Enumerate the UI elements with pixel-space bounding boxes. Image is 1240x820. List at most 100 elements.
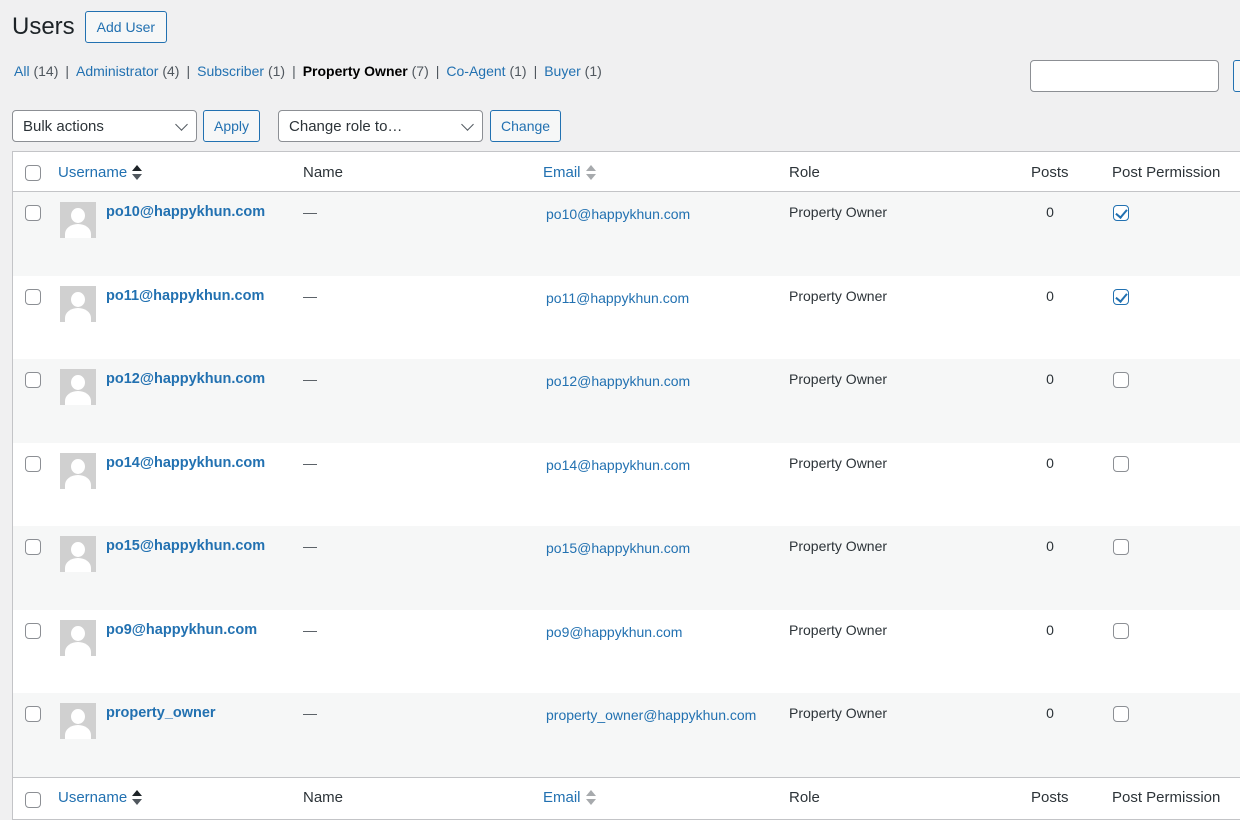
- email-link[interactable]: po12@happykhun.com: [546, 371, 761, 392]
- change-role-select[interactable]: Change role to…: [278, 110, 484, 142]
- row-select-checkbox[interactable]: [25, 622, 41, 639]
- user-name: —: [303, 204, 317, 220]
- change-role-selected: Change role to…: [289, 117, 403, 135]
- user-name: —: [303, 705, 317, 721]
- email-link[interactable]: po10@happykhun.com: [546, 204, 761, 225]
- filter-count: (4): [162, 63, 180, 79]
- table-row: po15@happykhun.com — po15@happykhun.com Pro…: [13, 526, 1240, 610]
- sort-icon: [585, 164, 596, 182]
- post-permission-checkbox[interactable]: [1113, 288, 1129, 305]
- row-select-checkbox[interactable]: [25, 205, 41, 221]
- email-link[interactable]: po9@happykhun.com: [546, 622, 761, 643]
- filter-separator: |: [65, 63, 69, 79]
- filter-count: (1): [584, 63, 602, 79]
- row-select-checkbox[interactable]: [25, 455, 41, 472]
- avatar: [60, 202, 96, 238]
- page-header: Users Add User: [12, 11, 168, 43]
- change-role-button[interactable]: Change: [490, 110, 562, 142]
- column-email-footer[interactable]: Email: [543, 789, 596, 807]
- post-count: 0: [1046, 287, 1054, 304]
- user-role: Property Owner: [789, 705, 888, 721]
- column-posts-header: Posts: [1031, 164, 1069, 181]
- filter-separator: |: [292, 63, 296, 79]
- user-role: Property Owner: [789, 538, 888, 554]
- username-link[interactable]: po12@happykhun.com: [106, 371, 265, 387]
- user-name: —: [303, 287, 317, 304]
- filter-link-all[interactable]: All: [14, 63, 30, 79]
- role-filter-links: All (14) | Administrator (4) | Subscriber (1…: [14, 63, 602, 79]
- username-sort-link[interactable]: Username: [58, 164, 127, 181]
- column-name-header: Name: [303, 164, 344, 181]
- post-permission-checkbox[interactable]: [1113, 706, 1129, 722]
- post-count: 0: [1046, 705, 1054, 721]
- table-row: po10@happykhun.com — po10@happykhun.com Pro…: [13, 192, 1240, 276]
- filter-separator: |: [435, 63, 440, 79]
- column-username-footer[interactable]: Username: [58, 789, 143, 807]
- email-link[interactable]: po14@happykhun.com: [546, 455, 761, 476]
- chevron-down-icon: [175, 117, 188, 131]
- email-sort-link[interactable]: Email: [543, 789, 581, 806]
- username-link[interactable]: po15@happykhun.com: [106, 538, 265, 554]
- select-all-checkbox[interactable]: [25, 165, 41, 181]
- sort-ascending-icon: [132, 164, 143, 182]
- table-row: po12@happykhun.com — po12@happykhun.com Pro…: [13, 359, 1240, 443]
- user-role: Property Owner: [789, 621, 888, 638]
- filter-link-administrator[interactable]: Administrator: [76, 63, 158, 79]
- user-role: Property Owner: [789, 204, 888, 220]
- post-permission-checkbox[interactable]: [1113, 455, 1129, 472]
- post-count: 0: [1046, 621, 1054, 638]
- filter-separator: |: [186, 63, 191, 79]
- table-body: po10@happykhun.com — po10@happykhun.com Pro…: [13, 192, 1240, 777]
- search-input[interactable]: [1030, 60, 1219, 92]
- row-select-checkbox[interactable]: [25, 539, 41, 555]
- post-permission-checkbox[interactable]: [1113, 622, 1129, 639]
- user-name: —: [303, 454, 317, 471]
- add-user-button[interactable]: Add User: [84, 11, 168, 43]
- post-permission-checkbox[interactable]: [1113, 539, 1129, 555]
- avatar: [60, 452, 96, 489]
- apply-button[interactable]: Apply: [203, 110, 261, 142]
- username-link[interactable]: property_owner: [106, 705, 216, 721]
- filter-count: (14): [33, 63, 59, 79]
- table-nav-top: Bulk actions Apply Change role to… Chang…: [12, 110, 562, 142]
- email-link[interactable]: po11@happykhun.com: [546, 288, 761, 309]
- post-permission-checkbox[interactable]: [1113, 205, 1129, 221]
- column-post-permission-header: Post Permission: [1112, 164, 1221, 181]
- username-link[interactable]: po10@happykhun.com: [106, 204, 265, 220]
- row-select-checkbox[interactable]: [25, 288, 41, 305]
- username-link[interactable]: po14@happykhun.com: [106, 455, 265, 471]
- username-link[interactable]: po9@happykhun.com: [106, 622, 257, 638]
- email-sort-link[interactable]: Email: [543, 164, 581, 181]
- avatar: [60, 619, 96, 656]
- avatar: [60, 536, 96, 572]
- filter-link-subscriber[interactable]: Subscriber: [197, 63, 264, 79]
- row-select-checkbox[interactable]: [25, 372, 41, 388]
- table-header-row: Username Name Email Role Posts Post Perm…: [13, 152, 1240, 192]
- row-select-checkbox[interactable]: [25, 706, 41, 722]
- filter-link-co-agent[interactable]: Co-Agent: [446, 63, 505, 79]
- avatar: [60, 703, 96, 739]
- column-name-footer: Name: [303, 788, 344, 806]
- username-link[interactable]: po11@happykhun.com: [106, 288, 264, 304]
- user-role: Property Owner: [789, 371, 888, 387]
- table-row: property_owner — property_owner@happykhun.…: [13, 693, 1240, 777]
- column-username-header[interactable]: Username: [58, 164, 143, 182]
- post-permission-checkbox[interactable]: [1113, 372, 1129, 388]
- column-email-header[interactable]: Email: [543, 164, 596, 182]
- post-count: 0: [1046, 371, 1054, 387]
- search-users-button[interactable]: [1233, 60, 1240, 92]
- column-posts-footer: Posts: [1031, 788, 1069, 806]
- email-link[interactable]: po15@happykhun.com: [546, 538, 761, 559]
- filter-link-buyer[interactable]: Buyer: [544, 63, 581, 79]
- username-sort-link[interactable]: Username: [58, 789, 127, 806]
- email-link[interactable]: property_owner@happykhun.com: [546, 705, 761, 726]
- column-role-header: Role: [789, 164, 820, 181]
- user-role: Property Owner: [789, 454, 888, 471]
- filter-link-property-owner[interactable]: Property Owner: [303, 63, 408, 79]
- user-name: —: [303, 621, 317, 638]
- post-count: 0: [1046, 204, 1054, 220]
- filter-count: (7): [411, 63, 429, 79]
- select-all-checkbox[interactable]: [25, 791, 41, 808]
- table-row: po11@happykhun.com — po11@happykhun.com Pro…: [13, 276, 1240, 360]
- bulk-actions-select[interactable]: Bulk actions: [12, 110, 197, 142]
